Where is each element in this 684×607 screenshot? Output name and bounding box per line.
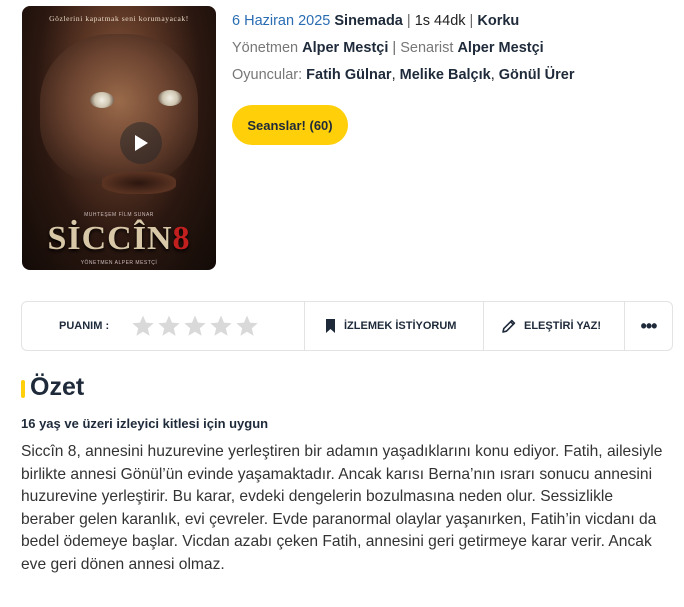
play-trailer-button[interactable] bbox=[120, 122, 162, 164]
poster-logo-number: 8 bbox=[172, 220, 191, 257]
cast-link[interactable]: Fatih Gülnar bbox=[306, 67, 391, 83]
more-options-button[interactable]: ••• bbox=[624, 302, 672, 350]
star-icon[interactable] bbox=[157, 314, 181, 338]
summary-text: Siccîn 8, annesini huzurevine yerleştire… bbox=[21, 443, 663, 573]
cast-link[interactable]: Gönül Ürer bbox=[499, 67, 575, 83]
release-status: Sinemada bbox=[334, 13, 403, 29]
director-link[interactable]: Alper Mestçi bbox=[302, 40, 388, 56]
more-icon: ••• bbox=[640, 316, 658, 336]
star-icon[interactable] bbox=[131, 314, 155, 338]
cast-comma: , bbox=[391, 67, 396, 83]
cast-link[interactable]: Melike Balçık bbox=[400, 67, 491, 83]
cast-label: Oyuncular: bbox=[232, 67, 303, 83]
section-accent-bar bbox=[21, 380, 25, 398]
rating-label: PUANIM : bbox=[59, 320, 110, 332]
crew-line: Yönetmen Alper Mestçi | Senarist Alper M… bbox=[232, 39, 544, 57]
release-date: 6 Haziran 2025 bbox=[232, 13, 331, 29]
star-icon[interactable] bbox=[209, 314, 233, 338]
duration: 1s 44dk bbox=[414, 13, 466, 29]
director-label: Yönetmen bbox=[232, 40, 299, 56]
cast-line: Oyuncular: Fatih Gülnar, Melike Balçık, … bbox=[232, 66, 575, 84]
write-review-button[interactable]: ELEŞTİRİ YAZ! bbox=[483, 302, 624, 350]
action-bar: PUANIM : İZLEMEK İSTİYORUM ELEŞTİRİ YAZ!… bbox=[21, 301, 673, 351]
cast-comma: , bbox=[490, 67, 495, 83]
age-rating: 16 yaş ve üzeri izleyici kitlesi için uy… bbox=[21, 416, 269, 431]
poster-logo-text: SİCCÎN bbox=[47, 220, 173, 257]
play-icon bbox=[135, 135, 148, 151]
poster-eye-right bbox=[158, 90, 182, 106]
rating-section: PUANIM : bbox=[22, 302, 304, 350]
watchlist-label: İZLEMEK İSTİYORUM bbox=[344, 320, 457, 332]
movie-poster[interactable]: Gözlerini kapatmak seni korumayacak! MUH… bbox=[22, 6, 216, 270]
separator: | bbox=[392, 40, 397, 56]
poster-presents: MUHTEŞEM FİLM SUNAR bbox=[84, 212, 154, 218]
summary-heading: Özet bbox=[30, 373, 85, 401]
separator: | bbox=[406, 13, 411, 29]
star-icon[interactable] bbox=[235, 314, 259, 338]
write-review-label: ELEŞTİRİ YAZ! bbox=[524, 320, 602, 332]
poster-logo: SİCCÎN8 bbox=[22, 220, 216, 258]
rating-stars bbox=[131, 314, 259, 338]
bookmark-icon bbox=[326, 319, 335, 333]
poster-mouth bbox=[102, 172, 176, 194]
release-info-line: 6 Haziran 2025 Sinemada | 1s 44dk | Kork… bbox=[232, 12, 519, 30]
star-icon[interactable] bbox=[183, 314, 207, 338]
showtimes-button[interactable]: Seanslar! (60) bbox=[232, 105, 348, 145]
genre-link[interactable]: Korku bbox=[477, 13, 519, 29]
pencil-icon bbox=[502, 319, 516, 333]
writer-link[interactable]: Alper Mestçi bbox=[457, 40, 543, 56]
poster-tagline: Gözlerini kapatmak seni korumayacak! bbox=[49, 14, 189, 23]
writer-label: Senarist bbox=[400, 40, 454, 56]
poster-eye-left bbox=[90, 92, 114, 108]
poster-face-image bbox=[40, 34, 198, 194]
separator: | bbox=[469, 13, 474, 29]
watchlist-button[interactable]: İZLEMEK İSTİYORUM bbox=[304, 302, 483, 350]
poster-credit: YÖNETMEN ALPER MESTÇİ bbox=[80, 260, 158, 266]
